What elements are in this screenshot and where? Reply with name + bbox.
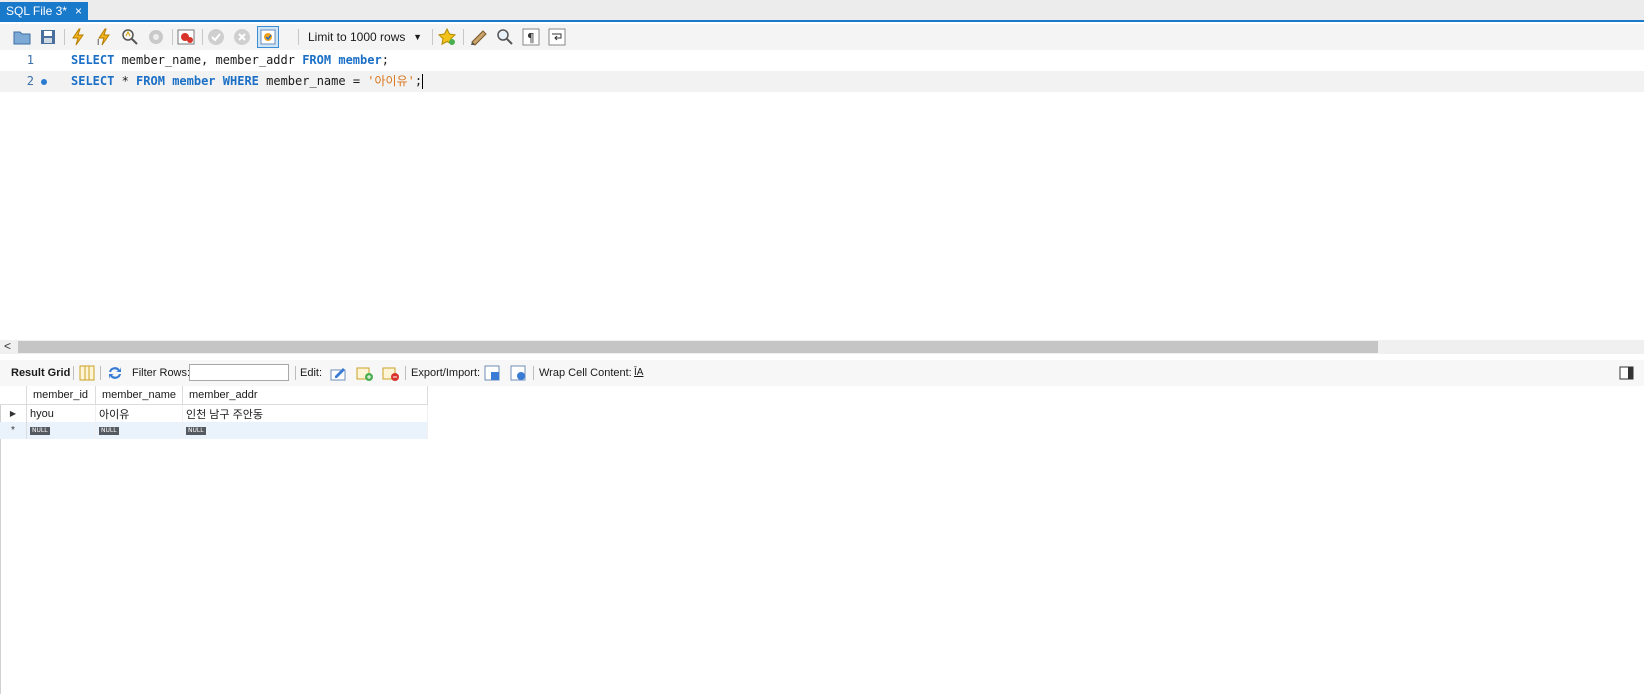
commit-icon[interactable] <box>206 27 226 47</box>
find-icon[interactable] <box>495 27 515 47</box>
editor-line[interactable]: 1 SELECT member_name, member_addr FROM m… <box>0 50 1644 71</box>
word-wrap-icon[interactable] <box>547 27 567 47</box>
code-text[interactable]: SELECT member_name, member_addr FROM mem… <box>71 50 389 71</box>
filter-rows-label: Filter Rows: <box>132 367 191 379</box>
result-grid-tab[interactable]: Result Grid <box>11 360 70 386</box>
row-header-corner <box>0 386 27 405</box>
wrap-cell-content-label: Wrap Cell Content: <box>539 367 632 379</box>
column-header[interactable]: member_name <box>95 386 183 405</box>
toggle-error-icon[interactable] <box>176 27 196 47</box>
svg-text:I: I <box>97 38 99 47</box>
rollback-icon[interactable] <box>232 27 252 47</box>
result-grid[interactable]: member_id member_name member_addr ▶ hyou… <box>0 386 432 439</box>
execute-icon[interactable] <box>68 27 88 47</box>
import-icon[interactable] <box>509 364 527 382</box>
add-row-icon[interactable] <box>355 364 373 382</box>
scrollbar-thumb[interactable] <box>18 341 1378 353</box>
tab-label: SQL File 3* <box>6 4 67 18</box>
line-number: 2 <box>26 74 34 88</box>
table-cell[interactable]: NULL <box>95 422 183 439</box>
close-tab-icon[interactable]: × <box>75 2 82 21</box>
line-number: 1 <box>26 53 34 67</box>
limit-rows-select[interactable]: Limit to 1000 rows ▼ <box>302 28 426 46</box>
table-cell[interactable]: NULL <box>182 422 428 439</box>
sql-identifier: ; <box>381 53 389 67</box>
sql-editor[interactable]: 1 SELECT member_name, member_addr FROM m… <box>0 50 1644 340</box>
table-row[interactable]: ▶ hyou 아이유 인천 남구 주안동 <box>0 404 428 422</box>
sql-keyword: member <box>338 53 382 67</box>
execute-current-icon[interactable]: I <box>94 27 114 47</box>
beautify-icon[interactable] <box>469 27 489 47</box>
column-header[interactable]: member_addr <box>182 386 428 405</box>
wrap-cell-content-icon[interactable]: ĪA <box>634 360 643 386</box>
editor-tab-strip: SQL File 3* × <box>0 0 1644 22</box>
null-badge: NULL <box>99 426 119 435</box>
sql-keyword: FROM <box>302 53 332 67</box>
table-cell[interactable]: NULL <box>26 422 96 439</box>
open-folder-icon[interactable] <box>12 27 32 47</box>
sql-keyword: member <box>172 74 216 88</box>
delete-row-icon[interactable] <box>381 364 399 382</box>
editor-horizontal-scrollbar[interactable]: < <box>0 339 1644 354</box>
sql-keyword: SELECT <box>71 53 115 67</box>
sql-keyword: FROM <box>136 74 165 88</box>
invisible-chars-icon[interactable]: ¶ <box>521 27 541 47</box>
filter-rows-input[interactable] <box>189 364 289 381</box>
scroll-left-icon[interactable]: < <box>4 339 11 353</box>
export-import-label: Export/Import: <box>411 367 481 379</box>
new-row[interactable]: * NULL NULL NULL <box>0 422 428 439</box>
autocommit-icon[interactable] <box>257 26 279 48</box>
table-cell[interactable]: 아이유 <box>95 404 183 422</box>
code-text[interactable]: SELECT * FROM member WHERE member_name =… <box>71 71 424 92</box>
text-caret <box>422 74 424 89</box>
limit-rows-value: Limit to 1000 rows <box>308 30 406 44</box>
sql-identifier: ; <box>414 74 423 88</box>
table-cell[interactable]: hyou <box>26 404 96 422</box>
stop-icon[interactable] <box>146 27 166 47</box>
sql-identifier: member_name, member_addr <box>114 53 303 67</box>
chevron-down-icon: ▼ <box>413 32 422 42</box>
sql-identifier <box>216 74 223 88</box>
sql-keyword: SELECT <box>71 74 115 88</box>
sql-identifier: * <box>114 74 137 88</box>
new-row-marker: * <box>0 422 27 439</box>
grid-header-row: member_id member_name member_addr <box>0 386 428 405</box>
edit-label: Edit: <box>300 367 323 379</box>
sql-string: '아이유' <box>367 74 415 88</box>
toggle-side-panel-icon[interactable] <box>1618 364 1636 382</box>
editor-line-current[interactable]: 2 SELECT * FROM member WHERE member_name… <box>0 71 1644 92</box>
tab-sql-file-3[interactable]: SQL File 3* × <box>0 2 88 22</box>
result-grid-toolbar: Result Grid Filter Rows: Edit: Export/Im… <box>0 360 1644 386</box>
column-header[interactable]: member_id <box>26 386 96 405</box>
current-row-indicator-icon: ▶ <box>0 404 27 422</box>
statement-marker-icon <box>41 79 47 85</box>
bookmark-icon[interactable] <box>437 27 457 47</box>
sql-identifier: member_name = <box>258 74 368 88</box>
table-cell[interactable]: 인천 남구 주안동 <box>182 404 428 422</box>
sql-editor-toolbar: I Limit to 1000 rows ▼ ¶ <box>0 24 1644 50</box>
refresh-icon[interactable] <box>106 364 124 382</box>
edit-row-icon[interactable] <box>329 364 347 382</box>
grid-view-icon[interactable] <box>78 364 96 382</box>
null-badge: NULL <box>186 426 206 435</box>
sql-keyword: WHERE <box>222 74 259 88</box>
null-badge: NULL <box>30 426 50 435</box>
save-icon[interactable] <box>38 27 58 47</box>
svg-text:¶: ¶ <box>527 31 535 45</box>
export-icon[interactable] <box>483 364 501 382</box>
explain-icon[interactable] <box>120 27 140 47</box>
